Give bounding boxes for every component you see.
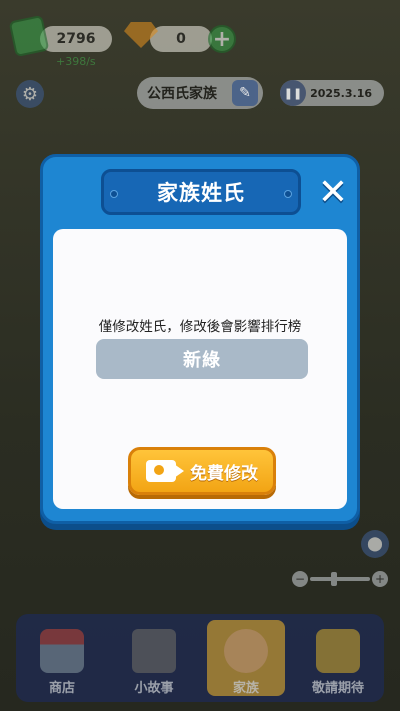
pause-icon: ❚❚ [283, 86, 303, 100]
money-counter: 2796 [40, 26, 112, 52]
settings-button[interactable]: ⚙ [16, 80, 44, 108]
nav-item-shop[interactable]: 商店 [23, 620, 101, 696]
nav-item-coming-soon[interactable]: 敬請期待 [299, 620, 377, 696]
zoom-slider[interactable]: − + [292, 570, 388, 588]
nav-label-coming-soon: 敬請期待 [311, 681, 364, 696]
surname-input[interactable] [96, 339, 308, 379]
edit-icon: ✎ [239, 85, 251, 101]
nav-item-family[interactable]: 家族 [207, 620, 285, 696]
date-label: 2025.3.16 [310, 86, 372, 100]
nav-label-shop: 商店 [48, 681, 75, 696]
zoom-out-button[interactable]: − [292, 571, 308, 587]
zoom-in-button[interactable]: + [372, 571, 388, 587]
nav-label-family: 家族 [232, 681, 259, 696]
dialog-title: 家族姓氏 [157, 181, 245, 205]
plus-icon: + [212, 26, 232, 52]
family-surname-dialog: 家族姓氏 ✕ 僅修改姓氏，修改後會影響排行榜 免費修改 [40, 154, 360, 524]
money-value: 2796 [56, 31, 96, 47]
rivet-icon [110, 190, 118, 198]
zoom-knob[interactable] [331, 572, 337, 586]
rivet-icon [284, 190, 292, 198]
dialog-body: 僅修改姓氏，修改後會影響排行榜 免費修改 [53, 229, 347, 509]
gem-value: 0 [176, 31, 186, 47]
dialog-title-plate: 家族姓氏 [101, 169, 301, 215]
map-pin-button[interactable]: ⬤ [361, 530, 389, 558]
free-modify-label: 免費修改 [190, 463, 258, 484]
money-icon [8, 14, 50, 58]
bottom-navigation: 商店 小故事 家族 敬請期待 [16, 614, 384, 702]
gear-icon: ⚙ [21, 83, 39, 105]
zoom-track[interactable] [310, 577, 370, 581]
nav-label-stories: 小故事 [134, 681, 174, 696]
family-icon [224, 629, 268, 673]
money-rate: +398/s [56, 55, 96, 68]
family-name-label: 公西氏家族 [147, 86, 217, 102]
gem-counter: 0 [150, 26, 212, 52]
nav-item-stories[interactable]: 小故事 [115, 620, 193, 696]
map-pin-icon: ⬤ [367, 536, 383, 552]
edit-family-button[interactable]: ✎ [232, 80, 258, 106]
add-gems-button[interactable]: + [208, 25, 236, 53]
free-modify-button[interactable]: 免費修改 [128, 447, 276, 495]
shop-icon [40, 629, 84, 673]
pause-button[interactable]: ❚❚ [280, 80, 306, 106]
video-ad-icon [146, 460, 184, 482]
surname-hint: 僅修改姓氏，修改後會影響排行榜 [98, 319, 302, 335]
close-icon: ✕ [317, 172, 349, 213]
tv-icon [132, 629, 176, 673]
lock-icon [316, 629, 360, 673]
close-button[interactable]: ✕ [315, 175, 351, 211]
